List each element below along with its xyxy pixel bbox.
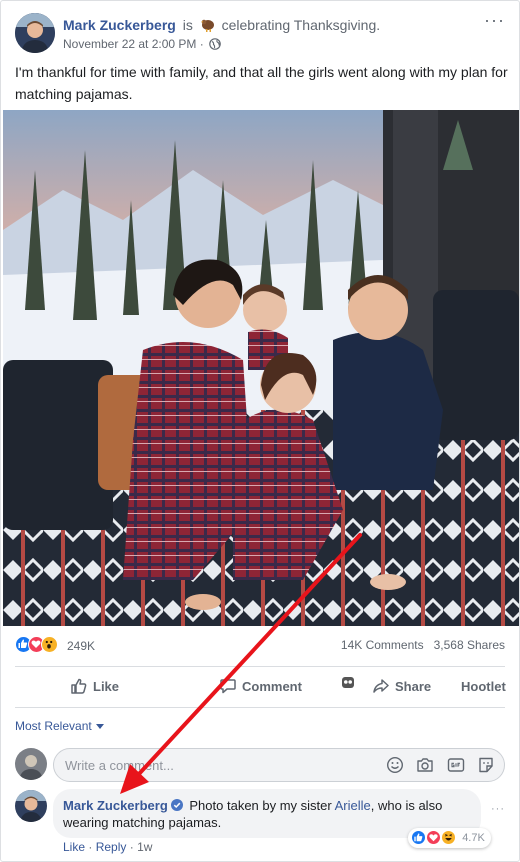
post-meta: November 22 at 2:00 PM · — [63, 37, 221, 51]
author-name-link[interactable]: Mark Zuckerberg — [63, 17, 176, 33]
viewer-avatar — [15, 748, 47, 780]
comment-sort-dropdown[interactable]: Most Relevant — [15, 719, 104, 733]
comment-meta: Like · Reply · 1w — [63, 840, 152, 854]
globe-icon[interactable] — [209, 38, 221, 50]
comment-icon — [220, 679, 236, 694]
post-stats: 249K 14K Comments 3,568 Shares — [15, 635, 505, 655]
comment-meta-dot: · — [129, 840, 134, 854]
thumbs-up-icon — [71, 678, 87, 694]
sticker-icon[interactable] — [477, 756, 495, 774]
comment-reactions-count: 4.7K — [462, 832, 485, 844]
shares-count-link[interactable]: 3,568 Shares — [434, 638, 505, 652]
haha-icon — [441, 830, 457, 845]
turkey-icon — [200, 17, 215, 32]
reactions-count[interactable]: 249K — [67, 639, 95, 653]
comment-reactions[interactable]: 4.7K — [408, 828, 491, 848]
post-photo[interactable] — [3, 110, 519, 626]
meta-separator: · — [199, 37, 204, 51]
comment-options-button[interactable]: ··· — [491, 803, 505, 815]
like-button[interactable]: Like — [70, 667, 119, 707]
comment-share-counts: 14K Comments 3,568 Shares — [341, 638, 505, 652]
share-icon — [373, 679, 389, 693]
share-button[interactable]: Share — [372, 667, 431, 707]
like-icon — [411, 830, 426, 845]
hootlet-label: Hootlet — [461, 679, 506, 694]
composer-icons — [378, 756, 495, 774]
mention-link[interactable]: Arielle — [335, 798, 371, 813]
comment-reply-link[interactable]: Reply — [96, 840, 127, 854]
comment-text-before: Photo taken by my sister — [189, 798, 332, 813]
hootlet-button[interactable]: Hootlet — [461, 667, 506, 707]
verified-badge-icon — [170, 798, 183, 811]
post-header: Mark Zuckerberg is celebrating Thanksgiv… — [15, 11, 505, 57]
comment-meta-dot: · — [88, 840, 93, 854]
share-label: Share — [395, 679, 432, 694]
emoji-icon[interactable] — [386, 756, 404, 774]
comments-count-link[interactable]: 14K Comments — [341, 638, 424, 652]
post-options-button[interactable]: ··· — [484, 11, 505, 29]
love-icon — [426, 830, 442, 845]
header-line: Mark Zuckerberg is celebrating Thanksgiv… — [63, 16, 380, 34]
action-bar: Like Comment Share Hootlet — [15, 666, 506, 708]
commenter-name-link[interactable]: Mark Zuckerberg — [63, 798, 168, 813]
camera-icon[interactable] — [416, 756, 434, 774]
comment-label: Comment — [242, 679, 302, 694]
commenter-avatar[interactable] — [15, 790, 47, 822]
comment-age[interactable]: 1w — [137, 840, 152, 854]
like-label: Like — [93, 679, 120, 694]
caret-down-icon — [95, 724, 104, 729]
is-text: is — [182, 17, 193, 33]
sort-label: Most Relevant — [15, 719, 92, 733]
comment-like-link[interactable]: Like — [63, 840, 85, 854]
comment-item: Mark Zuckerberg Photo taken by my sister… — [15, 789, 505, 859]
activity-text: celebrating Thanksgiving. — [221, 17, 381, 33]
gif-icon[interactable] — [447, 756, 465, 774]
comment-button[interactable]: Comment — [219, 667, 302, 707]
post-timestamp[interactable]: November 22 at 2:00 PM — [63, 37, 196, 51]
post-card: Mark Zuckerberg is celebrating Thanksgiv… — [0, 0, 520, 862]
wow-icon — [41, 636, 58, 653]
author-avatar[interactable] — [15, 13, 55, 53]
post-text: I'm thankful for time with family, and t… — [15, 64, 508, 102]
hootlet-owl-icon[interactable] — [341, 661, 360, 701]
comment-composer — [15, 747, 505, 783]
